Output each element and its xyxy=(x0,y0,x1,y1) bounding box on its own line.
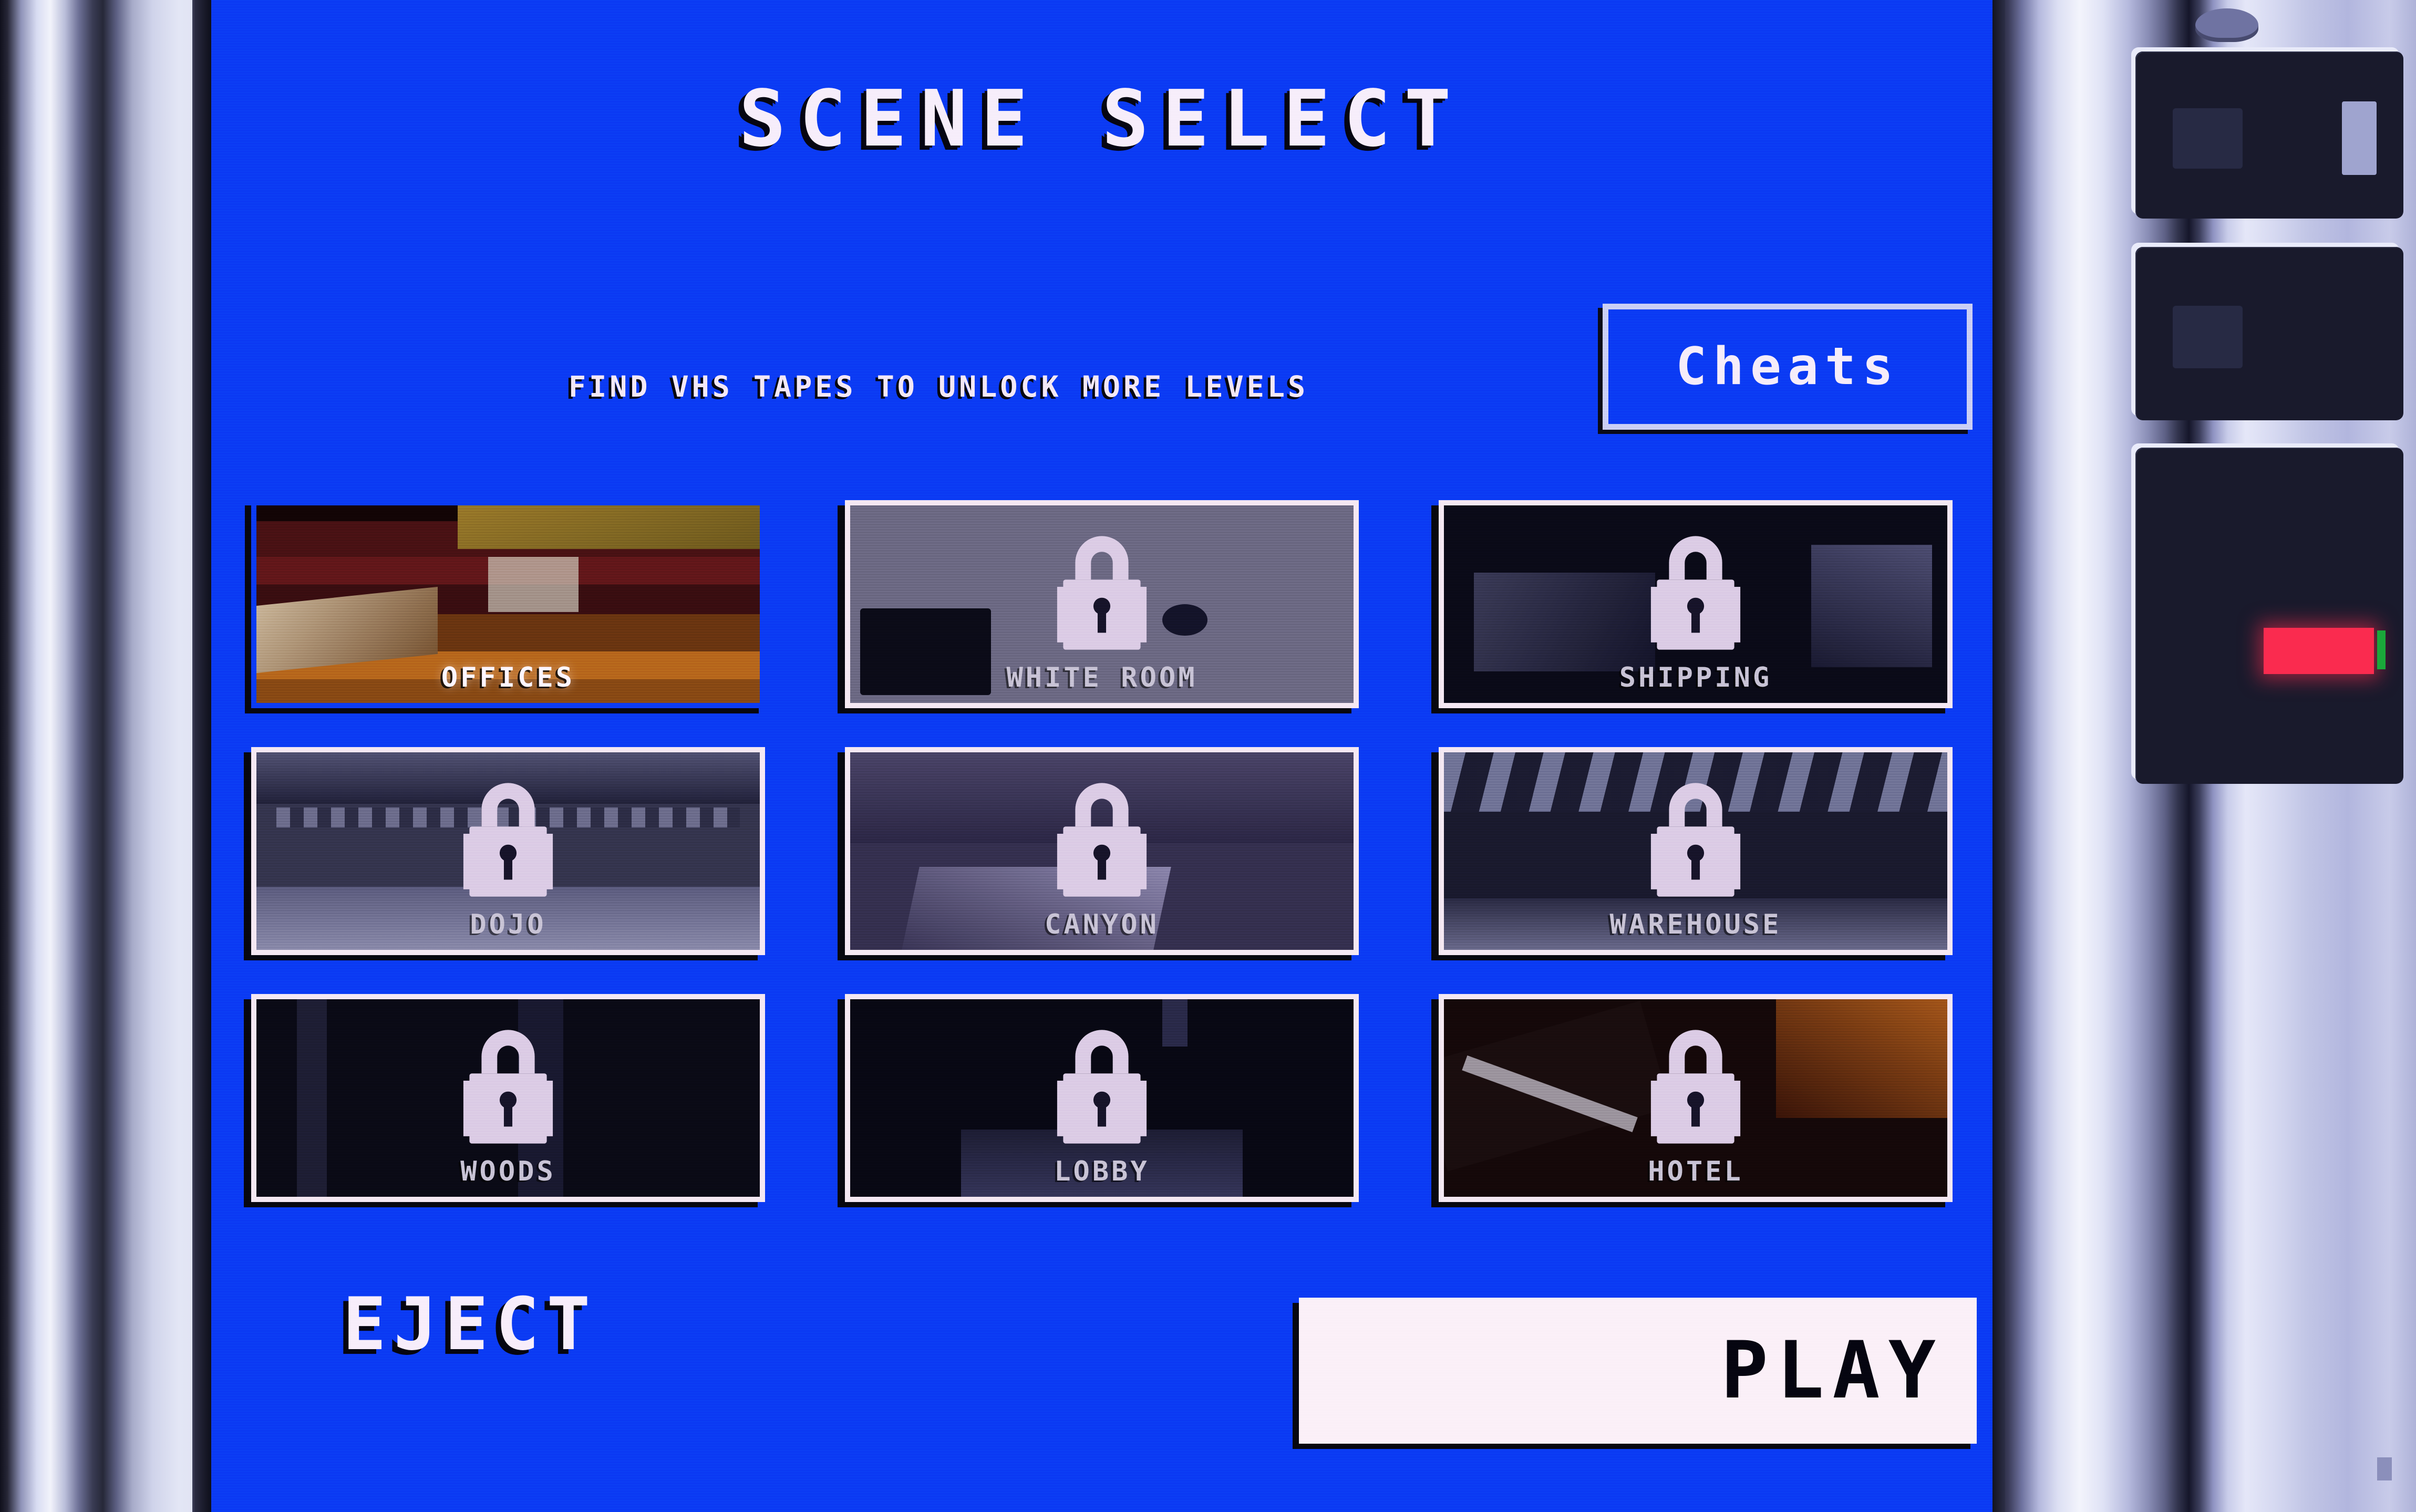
level-tile-offices[interactable]: OFFICES xyxy=(251,500,765,708)
level-tile-frame: OFFICES xyxy=(251,500,765,708)
lock-icon xyxy=(1041,773,1162,905)
cheats-button-label: Cheats xyxy=(1675,337,1899,397)
level-tile-warehouse[interactable]: WAREHOUSE xyxy=(1439,747,1953,955)
vcr-left-bezel xyxy=(0,0,211,1512)
level-tile-frame: CANYON xyxy=(845,747,1359,955)
vcr-tick-mark xyxy=(2377,1457,2392,1480)
level-tile-frame: HOTEL xyxy=(1439,994,1953,1202)
vcr-knob xyxy=(2195,8,2258,42)
level-tile-frame: WOODS xyxy=(251,994,765,1202)
lock-icon xyxy=(448,1020,569,1152)
level-name-label: CANYON xyxy=(1045,909,1159,940)
thumbnail-detail xyxy=(458,505,760,549)
lock-icon xyxy=(448,773,569,905)
level-tile-frame: WHITE ROOM xyxy=(845,500,1359,708)
level-tile-hotel[interactable]: HOTEL xyxy=(1439,994,1953,1202)
level-tile-shipping[interactable]: SHIPPING xyxy=(1439,500,1953,708)
vcr-panel-highlight xyxy=(2173,108,2243,169)
vcr-display-panel-middle xyxy=(2135,247,2403,420)
lock-icon xyxy=(1041,526,1162,658)
level-name-label: WHITE ROOM xyxy=(1006,662,1197,693)
vcr-panel-highlight xyxy=(2173,306,2243,368)
level-name-label: DOJO xyxy=(470,909,546,940)
level-grid: OFFICES WHITE ROOM SHIPPING DOJO CANYON … xyxy=(251,500,1954,1241)
level-tile-frame: SHIPPING xyxy=(1439,500,1953,708)
level-tile-lobby[interactable]: LOBBY xyxy=(845,994,1359,1202)
level-name-label: WAREHOUSE xyxy=(1609,909,1782,940)
level-tile-canyon[interactable]: CANYON xyxy=(845,747,1359,955)
vcr-display-panel-bottom xyxy=(2135,448,2403,784)
play-button[interactable]: PLAY xyxy=(1299,1298,1977,1444)
level-tile-frame: WAREHOUSE xyxy=(1439,747,1953,955)
level-tile-white-room[interactable]: WHITE ROOM xyxy=(845,500,1359,708)
vcr-power-led-indicator xyxy=(2377,630,2386,669)
vcr-display-panel-top xyxy=(2135,51,2403,219)
vcr-left-bezel-shadow xyxy=(194,0,213,1512)
vcr-record-led-indicator xyxy=(2264,628,2374,674)
level-tile-frame: LOBBY xyxy=(845,994,1359,1202)
lock-icon xyxy=(1635,526,1756,658)
level-tile-dojo[interactable]: DOJO xyxy=(251,747,765,955)
lock-icon xyxy=(1635,773,1756,905)
lock-icon xyxy=(1041,1020,1162,1152)
level-name-label: SHIPPING xyxy=(1619,662,1772,693)
level-name-label: LOBBY xyxy=(1054,1156,1150,1187)
cheats-button[interactable]: Cheats xyxy=(1603,304,1973,430)
eject-button[interactable]: EJECT xyxy=(343,1282,597,1366)
lock-icon xyxy=(1635,1020,1756,1152)
play-button-label: PLAY xyxy=(1720,1325,1944,1416)
level-name-label: OFFICES xyxy=(441,662,575,693)
scene-select-screen: SCENE SELECT FIND VHS TAPES TO UNLOCK MO… xyxy=(211,0,1992,1512)
vcr-panel-highlight-secondary xyxy=(2341,101,2377,175)
unlock-hint-text: FIND VHS TAPES TO UNLOCK MORE LEVELS xyxy=(569,370,1309,403)
level-tile-frame: DOJO xyxy=(251,747,765,955)
level-tile-woods[interactable]: WOODS xyxy=(251,994,765,1202)
page-title: SCENE SELECT xyxy=(739,74,1465,164)
level-name-label: WOODS xyxy=(460,1156,556,1187)
level-name-label: HOTEL xyxy=(1648,1156,1743,1187)
